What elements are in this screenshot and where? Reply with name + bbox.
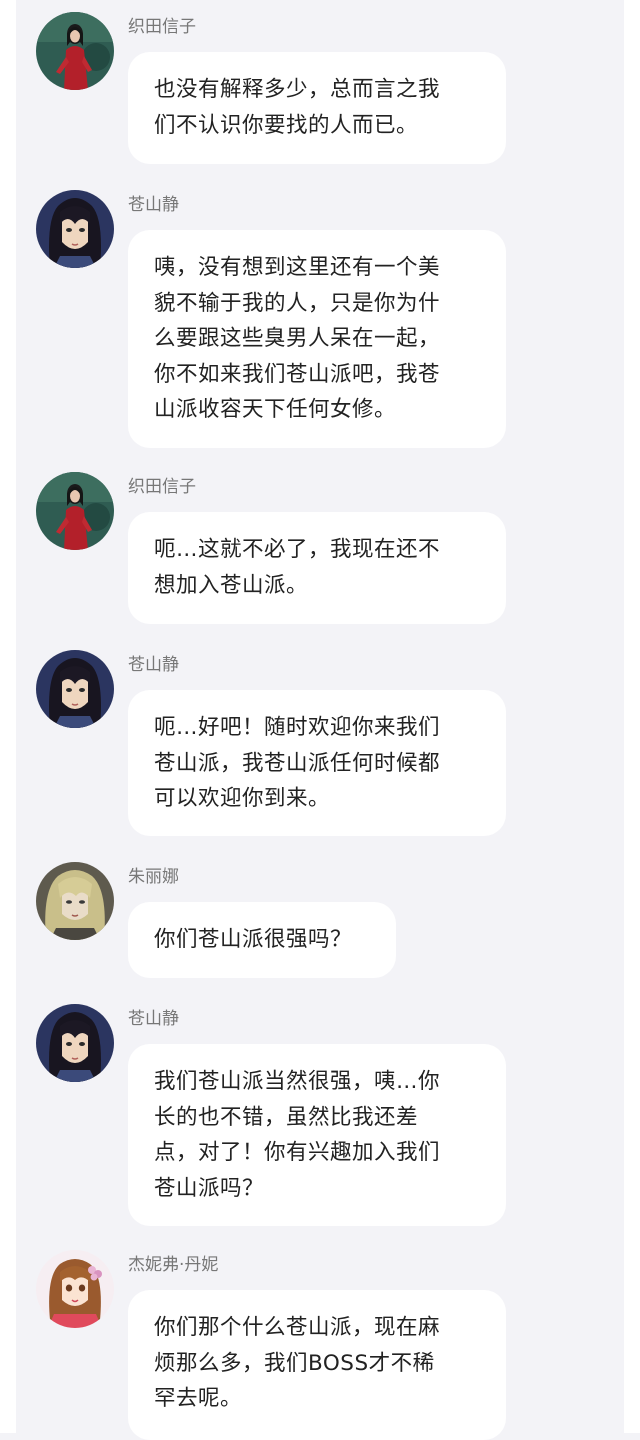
message-line: 呃…好吧！随时欢迎你来我们	[154, 715, 441, 740]
message-bubble: 呃…好吧！随时欢迎你来我们 苍山派，我苍山派任何时候都 可以欢迎你到来。	[128, 690, 506, 836]
message-line: 也没有解释多少，总而言之我	[154, 77, 441, 102]
anime-long-hair-avatar[interactable]	[36, 190, 114, 268]
anime-girl-pink-avatar[interactable]	[36, 1250, 114, 1328]
message-line: 苍山派，我苍山派任何时候都	[154, 750, 441, 776]
sender-name: 织田信子	[128, 477, 196, 497]
message-line: 点，对了！你有兴趣加入我们	[154, 1140, 441, 1165]
chat-list[interactable]: 织田信子 也没有解释多少，总而言之我 们不认识你要找的人而已。 苍山静 咦，没有…	[16, 0, 624, 1440]
message-line: 咦，没有想到这里还有一个美	[154, 255, 441, 280]
sender-name: 杰妮弗·丹妮	[128, 1255, 219, 1275]
message-line: 你们那个什么苍山派，现在麻	[154, 1315, 441, 1340]
message-line: 么要跟这些臭男人呆在一起，	[154, 326, 441, 351]
right-frame	[624, 0, 640, 1433]
sender-name: 朱丽娜	[128, 867, 179, 887]
message-line: 你们苍山派很强吗？	[154, 927, 353, 952]
anime-long-hair-avatar[interactable]	[36, 650, 114, 728]
message-bubble: 你们苍山派很强吗？	[128, 902, 396, 978]
message-bubble: 我们苍山派当然很强，咦…你 长的也不错，虽然比我还差 点，对了！你有兴趣加入我们…	[128, 1044, 506, 1226]
message-line: 呃…这就不必了，我现在还不	[154, 537, 441, 562]
message-bubble: 你们那个什么苍山派，现在麻 烦那么多，我们BOSS才不稀 罕去呢。	[128, 1290, 506, 1440]
message-line: 长的也不错，虽然比我还差	[154, 1104, 419, 1130]
message-bubble: 呃…这就不必了，我现在还不 想加入苍山派。	[128, 512, 506, 624]
message-line: 烦那么多，我们BOSS才不稀	[154, 1350, 435, 1376]
message-line: 我们苍山派当然很强，咦…你	[154, 1069, 441, 1094]
sender-name: 苍山静	[128, 655, 179, 675]
anime-blonde-avatar[interactable]	[36, 862, 114, 940]
message-bubble: 也没有解释多少，总而言之我 们不认识你要找的人而已。	[128, 52, 506, 164]
woman-red-dress-avatar[interactable]	[36, 472, 114, 550]
sender-name: 苍山静	[128, 1009, 179, 1029]
sender-name: 苍山静	[128, 195, 179, 215]
sender-name: 织田信子	[128, 17, 196, 37]
message-line: 你不如来我们苍山派吧，我苍	[154, 361, 441, 387]
message-line: 山派收容天下任何女修。	[154, 397, 397, 422]
message-line: 们不认识你要找的人而已。	[154, 112, 419, 138]
message-bubble: 咦，没有想到这里还有一个美 貌不输于我的人，只是你为什 么要跟这些臭男人呆在一起…	[128, 230, 506, 448]
anime-long-hair-avatar[interactable]	[36, 1004, 114, 1082]
message-line: 貌不输于我的人，只是你为什	[154, 290, 441, 316]
message-line: 苍山派吗？	[154, 1175, 265, 1201]
woman-red-dress-avatar[interactable]	[36, 12, 114, 90]
message-line: 想加入苍山派。	[154, 572, 309, 598]
message-line: 罕去呢。	[154, 1386, 243, 1411]
left-frame	[0, 0, 16, 1433]
message-line: 可以欢迎你到来。	[154, 786, 331, 811]
